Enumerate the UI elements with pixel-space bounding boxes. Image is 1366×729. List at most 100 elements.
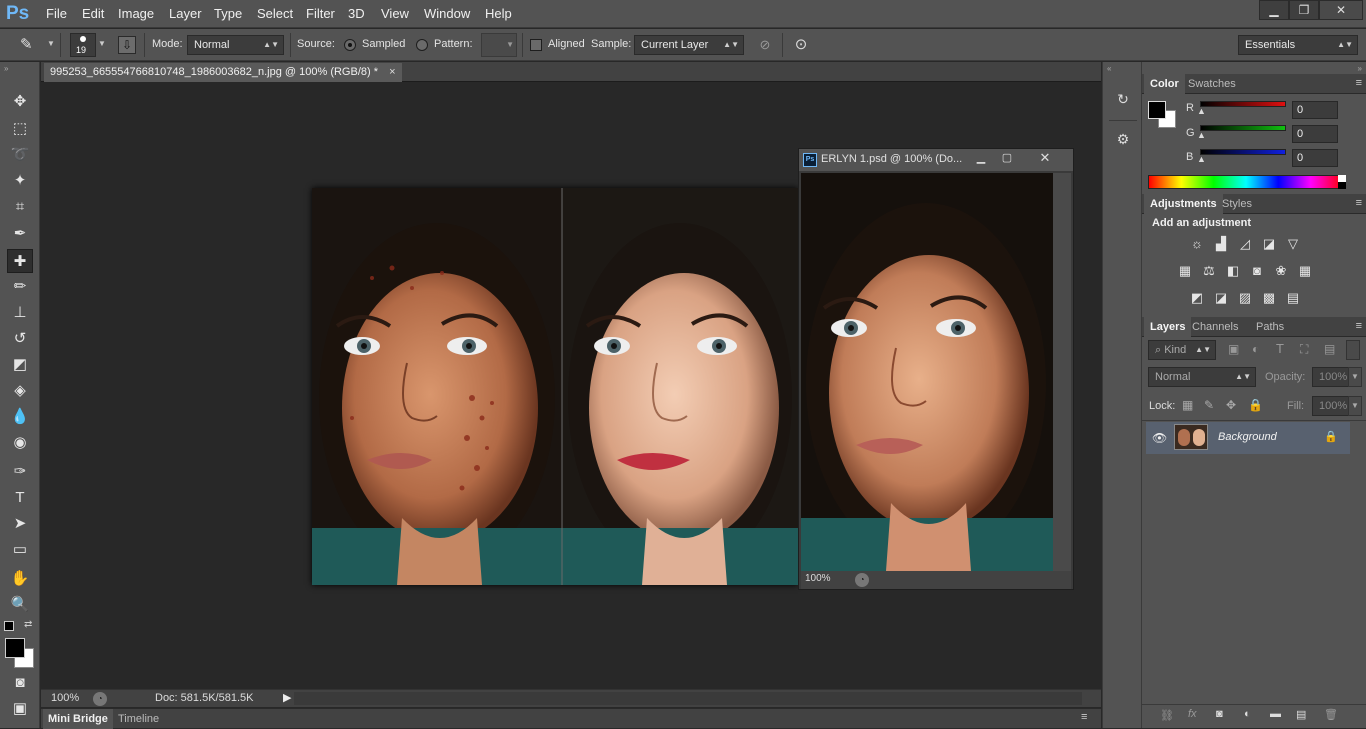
zoom-tool-icon[interactable]: 🔍 — [7, 593, 33, 617]
visibility-eye-icon[interactable]: 👁 — [1152, 431, 1167, 445]
hand-tool-icon[interactable]: ✋ — [7, 567, 33, 591]
lock-transparent-icon[interactable]: ▦ — [1182, 398, 1193, 412]
rectangle-tool-icon[interactable]: ▭ — [7, 538, 33, 562]
properties-panel-icon[interactable]: ⚙ — [1112, 128, 1134, 150]
tab-mini-bridge[interactable]: Mini Bridge — [43, 709, 113, 729]
history-panel-icon[interactable]: ↻ — [1112, 88, 1134, 110]
gradient-map-icon[interactable]: ▤ — [1284, 290, 1302, 306]
floating-window-titlebar[interactable]: Ps ERLYN 1.psd @ 100% (Do... ▁ ▢ ✕ — [799, 149, 1073, 171]
filter-smart-object-icon[interactable]: ▤ — [1324, 342, 1335, 356]
collapse-arrows-icon[interactable]: » — [4, 64, 8, 73]
magic-wand-tool-icon[interactable]: ✦ — [7, 169, 33, 193]
menu-window[interactable]: Window — [424, 0, 470, 28]
zoom-level[interactable]: 100% — [51, 690, 79, 707]
tab-color[interactable]: Color — [1144, 74, 1185, 94]
status-menu-icon[interactable]: ◔ — [855, 573, 869, 587]
crop-tool-icon[interactable]: ⌗ — [7, 195, 33, 219]
filter-pixel-icon[interactable]: ▣ — [1228, 342, 1239, 356]
menu-help[interactable]: Help — [485, 0, 512, 28]
blue-slider[interactable] — [1200, 149, 1286, 155]
eraser-tool-icon[interactable]: ◩ — [7, 353, 33, 377]
collapse-arrows-icon[interactable]: « — [1107, 64, 1111, 73]
black-swatch[interactable] — [1338, 182, 1346, 189]
vertical-scrollbar[interactable] — [1053, 173, 1071, 571]
photo-filter-icon[interactable]: ◙ — [1248, 263, 1266, 279]
filter-shape-icon[interactable]: ⛶ — [1300, 342, 1308, 357]
color-ramp[interactable] — [1148, 175, 1344, 189]
lock-position-icon[interactable]: ✥ — [1226, 398, 1236, 412]
history-brush-tool-icon[interactable]: ↺ — [7, 327, 33, 351]
default-colors-icon[interactable] — [4, 621, 14, 631]
fill-input[interactable]: 100% — [1312, 396, 1350, 416]
workspace-select[interactable]: Essentials ▲▼ — [1238, 35, 1358, 55]
healing-brush-tool-icon[interactable]: ✎ — [20, 35, 42, 55]
document-canvas[interactable] — [312, 188, 798, 585]
floating-zoom[interactable]: 100% — [805, 573, 831, 584]
aligned-checkbox[interactable] — [530, 39, 542, 51]
white-swatch[interactable] — [1338, 175, 1346, 182]
red-value[interactable]: 0 — [1292, 101, 1338, 119]
close-icon[interactable]: ✕ — [1033, 150, 1057, 166]
delete-layer-icon[interactable]: 🗑 — [1324, 708, 1338, 721]
lasso-tool-icon[interactable]: ➰ — [7, 143, 33, 167]
curves-icon[interactable]: ◿ — [1236, 236, 1254, 252]
slider-handle-icon[interactable]: ▲ — [1197, 106, 1206, 116]
add-mask-icon[interactable]: ◙ — [1216, 708, 1223, 720]
layer-style-icon[interactable]: fx — [1188, 708, 1197, 720]
move-tool-icon[interactable]: ✥ — [7, 90, 33, 114]
layer-row[interactable]: 👁 Background 🔒 — [1146, 422, 1350, 454]
filter-type-icon[interactable]: T — [1276, 341, 1284, 356]
tab-paths[interactable]: Paths — [1250, 317, 1290, 337]
menu-3d[interactable]: 3D — [348, 0, 365, 28]
slider-handle-icon[interactable]: ▲ — [1197, 154, 1206, 164]
brightness-contrast-icon[interactable]: ☼ — [1188, 236, 1206, 252]
swap-colors-icon[interactable]: ⇄ — [24, 619, 32, 630]
tab-layers[interactable]: Layers — [1144, 317, 1192, 337]
pattern-picker[interactable]: ▼ — [481, 33, 517, 57]
ignore-adjustment-layers-icon[interactable]: ⊘ — [756, 36, 774, 54]
opacity-arrow-icon[interactable]: ▼ — [1348, 367, 1362, 387]
panel-menu-icon[interactable]: ≡ — [1356, 320, 1362, 332]
menu-select[interactable]: Select — [257, 0, 293, 28]
maximize-icon[interactable]: ▢ — [997, 151, 1017, 164]
pressure-size-icon[interactable]: ⊙ — [791, 35, 811, 55]
marquee-tool-icon[interactable]: ⬚ — [7, 117, 33, 141]
sampled-radio[interactable] — [344, 39, 356, 51]
path-selection-tool-icon[interactable]: ➤ — [7, 512, 33, 536]
menu-view[interactable]: View — [381, 0, 409, 28]
menu-edit[interactable]: Edit — [82, 0, 104, 28]
tool-preset-arrow-icon[interactable]: ▼ — [47, 39, 55, 48]
panel-menu-icon[interactable]: ≡ — [1081, 711, 1087, 723]
vibrance-icon[interactable]: ▽ — [1284, 236, 1302, 252]
status-arrow-icon[interactable]: ▶ — [283, 690, 291, 707]
levels-icon[interactable]: ▟ — [1212, 236, 1230, 252]
filter-adjustment-icon[interactable]: ◐ — [1252, 342, 1259, 356]
close-tab-icon[interactable]: × — [389, 66, 395, 78]
blur-tool-icon[interactable]: 💧 — [7, 405, 33, 429]
blue-value[interactable]: 0 — [1292, 149, 1338, 167]
new-group-icon[interactable]: ▬ — [1270, 708, 1281, 720]
type-tool-icon[interactable]: T — [7, 486, 33, 510]
opacity-input[interactable]: 100% — [1312, 367, 1350, 387]
selective-color-icon[interactable]: ▩ — [1260, 290, 1278, 306]
lock-pixels-icon[interactable]: ✎ — [1204, 398, 1214, 412]
collapse-panels-icon[interactable]: » — [1358, 64, 1362, 73]
new-adjustment-icon[interactable]: ◐ — [1244, 708, 1251, 720]
tab-timeline[interactable]: Timeline — [113, 709, 164, 729]
link-layers-icon[interactable]: ⛓ — [1160, 709, 1174, 722]
channel-mixer-icon[interactable]: ❀ — [1272, 263, 1290, 279]
dodge-tool-icon[interactable]: ◉ — [7, 431, 33, 455]
tab-swatches[interactable]: Swatches — [1182, 74, 1242, 94]
panel-menu-icon[interactable]: ≡ — [1356, 197, 1362, 209]
green-value[interactable]: 0 — [1292, 125, 1338, 143]
tab-adjustments[interactable]: Adjustments — [1144, 194, 1223, 214]
hue-saturation-icon[interactable]: ▦ — [1176, 263, 1194, 279]
sample-select[interactable]: Current Layer ▲▼ — [634, 35, 744, 55]
invert-icon[interactable]: ◩ — [1188, 290, 1206, 306]
fg-color-swatch[interactable] — [1148, 101, 1166, 119]
menu-layer[interactable]: Layer — [169, 0, 202, 28]
red-slider[interactable] — [1200, 101, 1286, 107]
tab-styles[interactable]: Styles — [1216, 194, 1258, 214]
menu-file[interactable]: File — [46, 0, 67, 28]
green-slider[interactable] — [1200, 125, 1286, 131]
